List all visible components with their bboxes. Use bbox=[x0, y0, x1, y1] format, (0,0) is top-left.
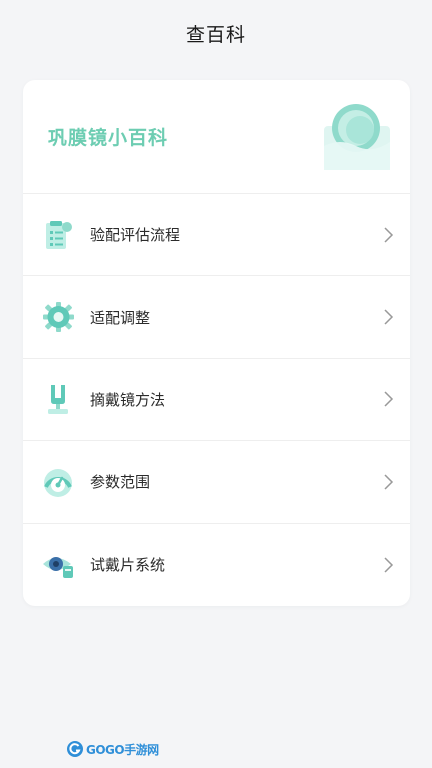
watermark-logo-icon bbox=[67, 741, 83, 757]
watermark-text: GOGO手游网 bbox=[86, 742, 159, 757]
chevron-right-icon bbox=[384, 557, 394, 573]
scleral-lens-illustration bbox=[324, 103, 390, 170]
clipboard-checklist-icon bbox=[46, 220, 72, 249]
list-item-label: 摘戴镜方法 bbox=[90, 390, 166, 409]
chevron-right-icon bbox=[384, 474, 394, 490]
list-item-fitting-process[interactable]: 验配评估流程 bbox=[23, 194, 410, 277]
list-item-label: 适配调整 bbox=[90, 308, 151, 327]
list-item-fitting-adjustment[interactable]: 适配调整 bbox=[23, 276, 410, 359]
list-item-lens-insertion-removal[interactable]: 摘戴镜方法 bbox=[23, 359, 410, 442]
chevron-right-icon bbox=[384, 391, 394, 407]
list-item-label: 验配评估流程 bbox=[90, 226, 181, 245]
chevron-right-icon bbox=[384, 227, 394, 243]
page-title: 查百科 bbox=[185, 23, 246, 46]
chevron-right-icon bbox=[384, 309, 394, 325]
gauge-meter-icon bbox=[44, 468, 72, 497]
lens-remover-tool-icon bbox=[48, 385, 68, 415]
card-header: 巩膜镜小百科 bbox=[23, 80, 410, 194]
card-heading: 巩膜镜小百科 bbox=[48, 127, 169, 149]
top-bar: 查百科 bbox=[0, 0, 432, 66]
list-item-trial-lens-system[interactable]: 试戴片系统 bbox=[23, 524, 410, 606]
site-watermark: GOGO手游网 bbox=[66, 738, 159, 760]
gear-adjust-icon bbox=[43, 302, 74, 333]
list-item-label: 试戴片系统 bbox=[90, 556, 166, 575]
list-item-parameter-range[interactable]: 参数范围 bbox=[23, 441, 410, 524]
encyclopedia-card: 巩膜镜小百科 验配评估流程 适配调整 摘戴镜方法 参数范围 试戴片系统 bbox=[23, 80, 410, 606]
eye-lens-icon bbox=[43, 556, 73, 578]
list-item-label: 参数范围 bbox=[90, 473, 151, 492]
